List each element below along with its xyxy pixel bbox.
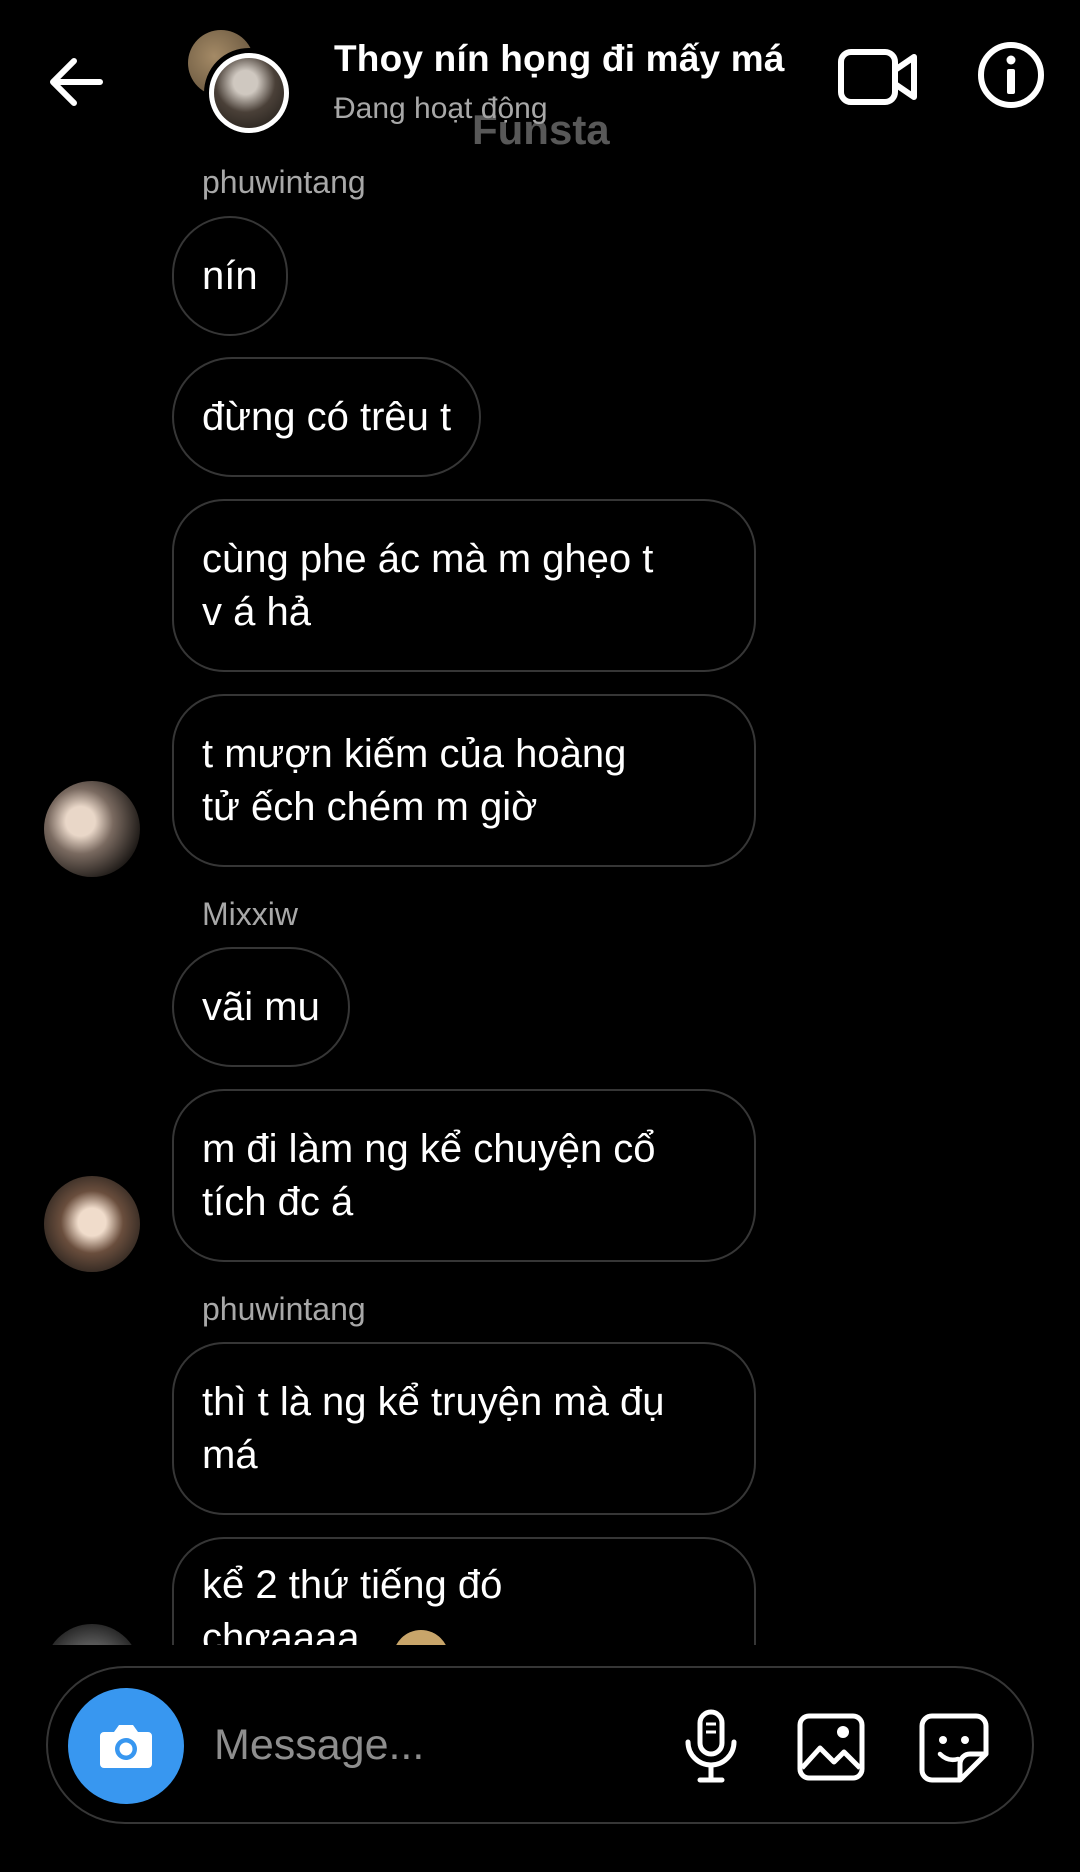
- message-text: cùng phe ác mà m ghẹo t: [202, 536, 654, 581]
- message-text: t mượn kiếm của hoàng: [202, 731, 627, 776]
- image-gallery-icon: [797, 1713, 865, 1781]
- message-text: tích đc á: [202, 1179, 354, 1224]
- gallery-button[interactable]: [796, 1712, 866, 1782]
- message-text: m đi làm ng kể chuyện cổ: [202, 1126, 656, 1171]
- message-input[interactable]: [214, 1712, 684, 1778]
- avatar[interactable]: [44, 781, 140, 877]
- message-text: đừng có trêu t: [202, 394, 452, 439]
- message-text: kể 2 thứ tiếng đó: [202, 1563, 503, 1607]
- avatar[interactable]: [44, 1624, 140, 1645]
- chat-header: Thoy nín họng đi mấy má Đang hoạt động F…: [0, 0, 1080, 165]
- message-text: thì t là ng kể truyện mà đụ: [202, 1379, 665, 1424]
- message-bubble[interactable]: thì t là ng kể truyện mà đụ má: [172, 1342, 756, 1515]
- video-call-button[interactable]: [836, 44, 920, 110]
- group-avatar-front: [204, 48, 294, 138]
- camera-button[interactable]: [68, 1688, 184, 1804]
- voice-message-button[interactable]: [678, 1708, 744, 1786]
- message-composer: [46, 1666, 1034, 1824]
- message-bubble[interactable]: kể 2 thứ tiếng đó chơaaaa: [172, 1537, 756, 1645]
- chat-title[interactable]: Thoy nín họng đi mấy má: [334, 38, 785, 80]
- sender-name: phuwintang: [202, 164, 366, 200]
- message-text: tử ếch chém m giờ: [202, 784, 538, 829]
- message-text: má: [202, 1432, 258, 1477]
- message-bubble[interactable]: nín: [172, 216, 288, 336]
- message-text: v á hả: [202, 589, 311, 634]
- sticker-icon: [919, 1713, 989, 1783]
- message-text: vãi mu: [202, 984, 320, 1029]
- sender-name: phuwintang: [202, 1291, 366, 1327]
- message-bubble[interactable]: cùng phe ác mà m ghẹo t v á hả: [172, 499, 756, 672]
- message-text: nín: [202, 253, 258, 298]
- message-bubble[interactable]: đừng có trêu t: [172, 357, 482, 477]
- avatar[interactable]: [44, 1176, 140, 1272]
- video-camera-icon: [838, 49, 917, 105]
- microphone-icon: [685, 1709, 737, 1783]
- back-button[interactable]: [40, 46, 112, 118]
- sender-name: Mixxiw: [202, 896, 298, 932]
- arrow-left-icon: [50, 58, 103, 106]
- info-button[interactable]: [976, 40, 1046, 110]
- message-text: chơaaaa: [202, 1616, 360, 1645]
- message-bubble[interactable]: t mượn kiếm của hoàng tử ếch chém m giờ: [172, 694, 756, 867]
- group-avatar[interactable]: [188, 30, 298, 138]
- watermark: Funsta: [472, 106, 610, 153]
- sticker-button[interactable]: [918, 1712, 990, 1784]
- info-icon: [978, 42, 1044, 108]
- message-bubble[interactable]: m đi làm ng kể chuyện cổ tích đc á: [172, 1089, 756, 1262]
- camera-icon: [100, 1725, 152, 1768]
- message-bubble[interactable]: vãi mu: [172, 947, 350, 1067]
- message-thread[interactable]: phuwintang nín đừng có trêu t cùng phe á…: [0, 0, 1080, 1645]
